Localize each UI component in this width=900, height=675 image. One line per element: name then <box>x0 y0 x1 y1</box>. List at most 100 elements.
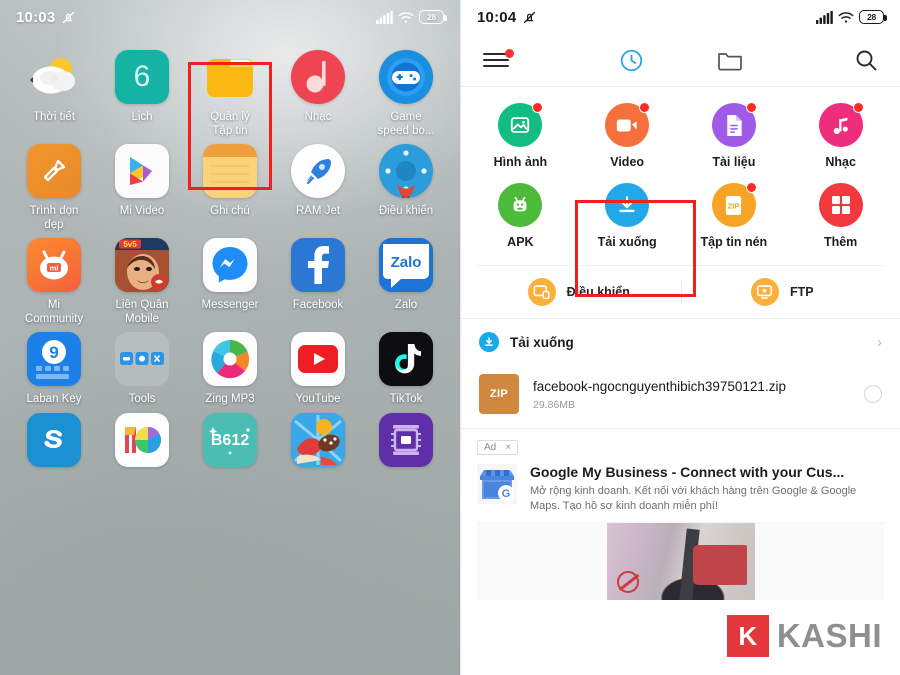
svg-text:G: G <box>502 488 511 500</box>
app-label: Game speed bo... <box>377 111 435 137</box>
ad-body[interactable]: G Google My Business - Connect with your… <box>477 464 884 513</box>
wifi-icon <box>838 11 854 23</box>
app-icon-facebook[interactable]: Facebook <box>274 238 362 326</box>
tab-folders[interactable] <box>681 49 780 71</box>
app-icon-mi-video[interactable]: Mi Video <box>98 144 186 232</box>
category-archives[interactable]: ZIP Tập tin nén <box>681 182 788 249</box>
badge-dot <box>852 102 864 113</box>
app-icon-ram-jet[interactable]: RAM Jet <box>274 144 362 232</box>
action-ftp[interactable]: FTP <box>680 278 885 306</box>
app-label: Laban Key <box>26 393 82 405</box>
tools-folder-icon <box>115 332 169 386</box>
action-remote-control[interactable]: Điều khiển <box>477 278 681 306</box>
music-icon <box>818 102 864 147</box>
category-grid: Hình ảnh Video Tài liệu Nhạc APK Tải xuố… <box>461 87 900 255</box>
category-label: Tài liệu <box>712 155 756 169</box>
action-label: FTP <box>789 285 814 299</box>
category-music[interactable]: Nhạc <box>787 102 894 169</box>
gamepad-icon <box>379 50 433 104</box>
app-icon-game-speed-booster[interactable]: Game speed bo... <box>362 50 450 138</box>
google-my-business-icon: G <box>477 464 517 504</box>
app-icon-laban-key[interactable]: 9 Laban Key <box>10 332 98 407</box>
app-icon-miui-themes[interactable] <box>98 412 186 474</box>
no-sign-icon <box>616 571 639 593</box>
cpu-z-icon <box>379 412 433 467</box>
file-info: facebook-ngocnguyenthibich39750121.zip 2… <box>533 378 850 411</box>
app-icon-messenger[interactable]: Messenger <box>186 238 274 326</box>
menu-button[interactable] <box>483 48 582 68</box>
app-label: Facebook <box>292 299 344 311</box>
ad-image[interactable] <box>477 522 884 600</box>
app-icon-tiktok[interactable]: TikTok <box>362 332 450 407</box>
mi-community-icon: mi <box>27 238 81 292</box>
app-label: Mi Community <box>24 299 84 325</box>
section-header-downloads[interactable]: Tải xuống › <box>461 318 900 365</box>
app-label: YouTube <box>295 393 341 405</box>
category-images[interactable]: Hình ảnh <box>467 102 574 169</box>
signal-bars-icon <box>376 10 393 24</box>
notes-icon <box>203 144 257 198</box>
app-icon-tools-folder[interactable]: Tools <box>98 332 186 407</box>
category-video[interactable]: Video <box>574 102 681 169</box>
calendar-icon: 6 <box>115 50 169 104</box>
ad-text: Google My Business - Connect with your C… <box>530 464 884 513</box>
video-icon <box>605 102 651 147</box>
app-icon-calendar[interactable]: 6 Lịch <box>98 50 186 138</box>
category-more[interactable]: Thêm <box>787 183 894 249</box>
app-label: RAM Jet <box>295 205 341 217</box>
app-icon-weather[interactable]: Thời tiết <box>10 50 98 138</box>
app-icon-music[interactable]: Nhạc <box>274 50 362 138</box>
app-icon-remote-control[interactable]: Điều khiển <box>362 144 450 232</box>
mute-bell-icon <box>524 11 536 23</box>
action-row: Điều khiển FTP <box>477 265 884 318</box>
search-button[interactable] <box>779 48 878 72</box>
app-icon-candy-crush[interactable] <box>274 412 362 474</box>
app-icon-lien-quan-mobile[interactable]: 5v5 Liên Quân Mobile <box>98 238 186 326</box>
document-icon <box>711 102 757 147</box>
app-icon-youtube[interactable]: YouTube <box>274 332 362 407</box>
recent-clock-icon <box>620 49 642 71</box>
app-label: Thời tiết <box>32 111 76 123</box>
app-label: Điều khiển <box>378 205 434 217</box>
app-label: Tools <box>128 393 156 405</box>
category-downloads[interactable]: Tải xuống <box>574 183 681 249</box>
messenger-icon <box>203 238 257 292</box>
file-manager-folder-icon <box>203 50 257 104</box>
app-icon-zing-mp3[interactable]: Zing MP3 <box>186 332 274 407</box>
remote-control-icon <box>379 144 433 198</box>
notification-dot <box>505 48 514 58</box>
app-label: TikTok <box>389 393 423 405</box>
zalo-icon: Zalo <box>379 238 433 292</box>
app-label: Nhạc <box>304 111 332 123</box>
app-icon-zalo[interactable]: Zalo Zalo <box>362 238 450 326</box>
app-icon-mi-community[interactable]: mi Mi Community <box>10 238 98 326</box>
left-phone-home-screen: 10:03 28 Thời tiết 6 Lịch Quản lý Tập ti… <box>0 0 460 675</box>
advertisement: Ad × G Google My Business - Connect with… <box>461 428 900 600</box>
app-icon-notes[interactable]: Ghi chú <box>186 144 274 232</box>
file-list-item[interactable]: ZIP facebook-ngocnguyenthibich39750121.z… <box>461 365 900 428</box>
app-icon-file-manager[interactable]: Quản lý Tập tin <box>186 50 274 138</box>
app-icon-cleaner[interactable]: Trình dọn dẹp <box>10 144 98 232</box>
youtube-icon <box>291 332 345 386</box>
download-icon <box>605 183 650 227</box>
badge-dot <box>532 102 544 113</box>
photo-bag <box>692 545 747 585</box>
category-apk[interactable]: APK <box>467 183 574 249</box>
file-name: facebook-ngocnguyenthibich39750121.zip <box>533 378 786 394</box>
status-time: 10:03 <box>16 8 56 26</box>
tab-recent[interactable] <box>582 48 681 73</box>
app-icon-skype[interactable] <box>10 412 98 474</box>
file-select-checkbox[interactable] <box>864 385 882 403</box>
category-label: Thêm <box>823 235 858 249</box>
app-icon-b612-camera[interactable]: B612 <box>186 412 274 474</box>
ad-tag[interactable]: Ad × <box>477 440 519 455</box>
badge-dot <box>639 102 651 113</box>
ad-label: Ad <box>484 442 497 453</box>
lien-quan-mobile-icon: 5v5 <box>115 238 169 292</box>
ad-description: Mở rộng kinh doanh. Kết nối với khách hà… <box>530 485 857 512</box>
close-icon[interactable]: × <box>505 442 511 453</box>
music-note-icon <box>291 50 345 104</box>
category-documents[interactable]: Tài liệu <box>681 102 788 169</box>
app-icon-cpu-z[interactable] <box>362 412 450 474</box>
mi-video-play-icon <box>115 144 169 198</box>
